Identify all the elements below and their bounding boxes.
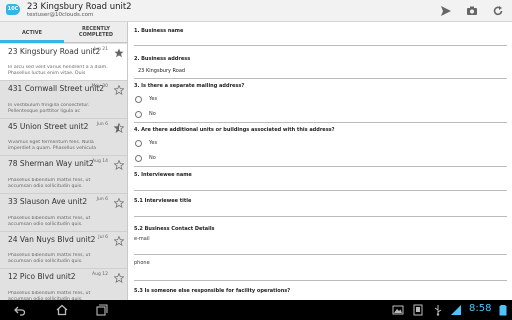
units-underline [134,166,507,167]
action-bar: 10C 23 Kingsbury Road unit2 testuser@10c… [0,0,512,22]
units-yes-label: Yes [149,140,158,146]
business-address-value: 23 Kingsbury Road [138,68,186,74]
list-item-description: Phasellus bibendum mattis felis, ut accu… [8,178,91,190]
refresh-icon[interactable] [492,5,504,17]
list-item-date: Aug 12 [92,272,108,278]
question-contact-details: 5.2 Business Contact Details [134,226,215,232]
list-item-title: 45 Union Street unit2 [8,121,89,131]
system-nav-bar: 8:58 [0,300,512,320]
list-item-date: Aug 14 [92,159,108,165]
mailing-no-radio[interactable] [135,111,142,118]
list-item-title: 23 Kingsbury Road unit2 [8,47,101,56]
tab-recently-completed[interactable]: RECENTLY COMPLETED [64,22,127,43]
window-title: 23 Kingsbury Road unit2 [27,2,132,12]
app-logo-icon[interactable]: 10C [6,4,20,15]
question-mailing-address: 3. Is there a separate mailing address? [134,83,245,89]
list-item-title: 24 Van Nuys Blvd unit2 [8,234,96,244]
back-icon[interactable] [14,304,26,316]
star-filled-icon[interactable] [114,48,124,58]
list-item[interactable]: 23 Kingsbury Road unit2 Jun 21 In arcu s… [0,44,127,81]
email-field[interactable] [134,242,507,254]
business-address-underline [134,78,507,79]
star-half-icon[interactable] [114,122,124,133]
question-interviewee-title: 5.1 Interviewee title [134,198,192,204]
mailing-yes-label: Yes [149,96,158,102]
list-item[interactable]: 12 Pico Blvd unit2 Aug 12 Phasellus bibe… [0,269,127,300]
list-item-description: In vestibulum fringilla consectetur. Pel… [8,102,90,114]
wifi-signal-icon [451,305,461,315]
list-item[interactable]: 24 Van Nuys Blvd unit2 Jul 6 Phasellus b… [0,231,127,270]
send-icon[interactable] [440,5,452,17]
tab-completed-label: COMPLETED [78,32,114,38]
recent-apps-icon[interactable] [96,304,108,316]
units-no-radio[interactable] [135,155,142,162]
units-yes-radio[interactable] [135,140,142,147]
usb-icon [434,305,442,316]
survey-form: 1. Business name 2. Business address 23 … [129,22,512,300]
question-interviewee-name: 5. Interviewee name [134,172,192,178]
list-item-description: Phasellus bibendum mattis felis, ut accu… [8,253,91,265]
camera-icon[interactable] [466,5,478,17]
interviewee-name-underline [134,190,507,191]
list-item[interactable]: 33 Slauson Ave unit2 Jun 6 Phasellus bib… [0,194,127,232]
business-name-underline [134,45,507,46]
site-list: 23 Kingsbury Road unit2 Jun 21 In arcu s… [0,44,127,300]
list-item[interactable]: 78 Sherman Way unit2 Aug 14 Phasellus bi… [0,156,127,195]
mailing-no-label: No [149,111,156,117]
list-item-description: Phasellus bibendum mattis felis, ut accu… [8,215,91,227]
question-business-name: 1. Business name [134,28,184,34]
interviewee-title-underline [134,216,507,217]
star-outline-icon[interactable] [114,160,124,171]
list-item-title: 33 Slauson Ave unit2 [8,197,88,207]
list-item[interactable]: 431 Cornwall Street unit2 May 30 In vest… [0,81,127,119]
phone-underline [134,280,507,281]
star-outline-icon[interactable] [114,85,124,95]
gallery-icon[interactable] [392,304,404,316]
list-item-date: May 30 [91,84,108,89]
screenshot-icon[interactable] [412,304,424,316]
email-underline [134,254,507,255]
mailing-yes-radio[interactable] [135,96,142,103]
tab-active[interactable]: ACTIVE [0,22,64,43]
account-email: testuser@10clouds.com [27,12,94,18]
list-item-date: Jul 6 [98,234,108,240]
business-address-field[interactable]: 23 Kingsbury Road [134,65,507,77]
phone-field[interactable] [134,266,507,278]
question-business-address: 2. Business address [134,56,191,62]
home-icon[interactable] [56,304,68,316]
question-additional-units: 4. Are there additional units or buildin… [134,127,335,133]
list-item-date: Jun 6 [96,121,108,127]
list-item-date: Jun 6 [96,197,108,203]
list-item-description: In arcu sed velit varius hendrerit a a d… [8,65,108,76]
star-outline-icon[interactable] [114,198,124,209]
mailing-underline [134,122,507,123]
list-item-description: Phasellus bibendum mattis felis, ut accu… [8,291,91,300]
list-item[interactable]: 45 Union Street unit2 Jun 6 Vivamus eget… [0,118,127,157]
sidebar: ACTIVE RECENTLY COMPLETED 23 Kingsbury R… [0,22,128,300]
star-outline-icon[interactable] [114,235,124,246]
list-item-date: Jun 21 [93,47,108,52]
battery-icon [499,305,507,316]
status-clock: 8:58 [469,303,492,314]
units-no-label: No [149,155,156,161]
question-facility-operations: 5.3 Is someone else responsible for faci… [134,288,291,294]
tab-bar: ACTIVE RECENTLY COMPLETED [0,22,127,43]
list-item-description: Vivamus eget fermentum felis. Nulla impe… [8,140,96,152]
star-outline-icon[interactable] [114,273,124,284]
